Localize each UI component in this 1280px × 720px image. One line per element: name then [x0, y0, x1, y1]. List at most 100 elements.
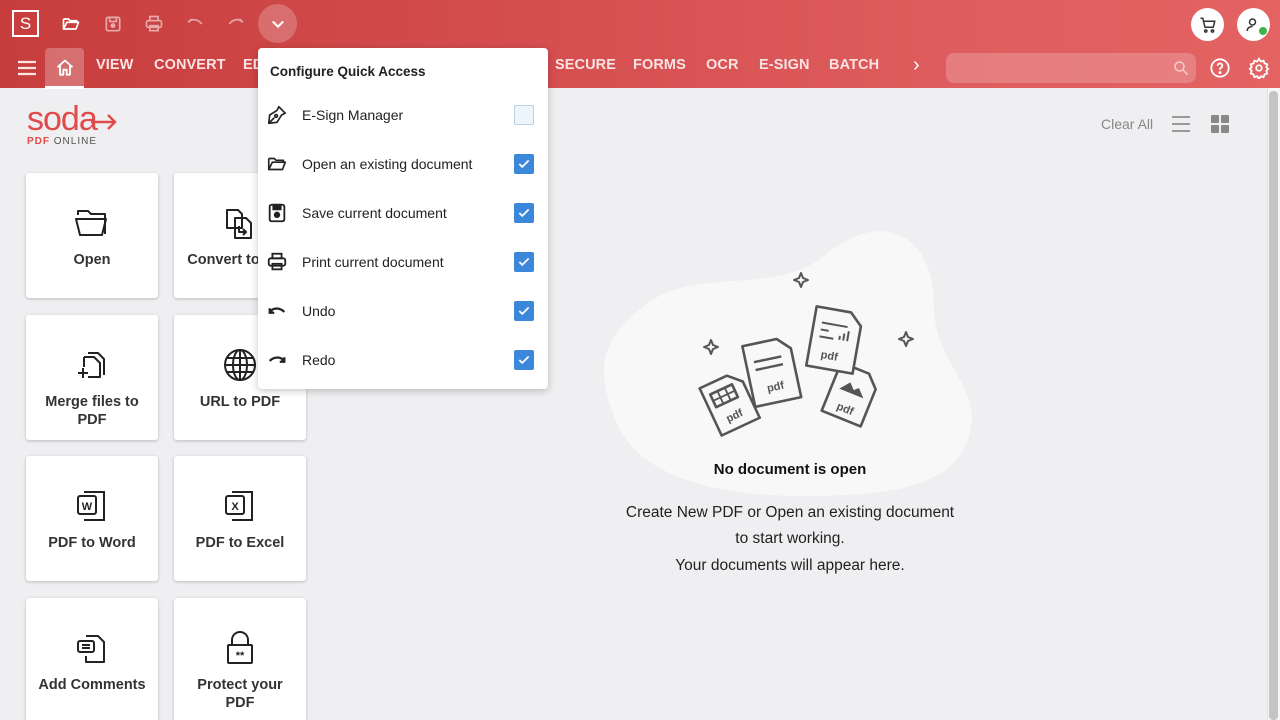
menu-item-label: Print current document	[302, 253, 444, 270]
menu-item-save-document[interactable]: Save current document	[258, 188, 548, 237]
menu-title: Configure Quick Access	[270, 64, 426, 79]
search-icon[interactable]	[1172, 59, 1190, 77]
tab-view[interactable]: VIEW	[96, 57, 133, 73]
menu-item-label: Undo	[302, 302, 336, 319]
menu-item-esign-manager[interactable]: E-Sign Manager	[258, 90, 548, 139]
grid-view-icon[interactable]	[1209, 113, 1231, 135]
folder-open-icon	[267, 157, 287, 170]
quick-undo-button[interactable]	[183, 12, 207, 36]
pen-nib-icon	[267, 105, 287, 124]
checkbox[interactable]	[514, 153, 534, 174]
quick-open-button[interactable]	[59, 12, 83, 36]
empty-state-title: No document is open	[713, 461, 867, 478]
home-icon	[56, 59, 73, 76]
lock-icon: **	[227, 631, 253, 664]
tile-merge[interactable]: Merge files to PDF	[26, 315, 158, 440]
sparkle-icon	[703, 339, 719, 355]
check-icon	[518, 257, 530, 266]
checkbox[interactable]	[514, 349, 534, 370]
tile-label: Open	[73, 252, 111, 268]
pdf-file-text: pdf	[741, 337, 803, 409]
menu-item-label: Open an existing document	[302, 155, 473, 172]
menu-item-label: Redo	[302, 351, 336, 368]
cart-button[interactable]	[1191, 8, 1224, 41]
tile-pdf-to-excel[interactable]: X PDF to Excel	[174, 456, 306, 581]
app-header: S VIEW CONVERT SECURE FORMS OCR E-SIGN B…	[0, 0, 1280, 89]
ribbon-nav: VIEW CONVERT EDIT SECURE FORMS OCR E-SIG…	[0, 46, 1280, 89]
soda-pdf-logo: soda PDF ONLINE	[27, 100, 119, 147]
svg-text:X: X	[231, 501, 239, 513]
list-view-icon[interactable]	[1170, 113, 1192, 135]
tile-open[interactable]: Open	[26, 173, 158, 298]
print-icon	[267, 252, 287, 270]
arrow-right-icon	[90, 114, 117, 130]
tab-convert[interactable]: CONVERT	[154, 57, 226, 73]
svg-text:**: **	[236, 650, 245, 662]
tab-batch[interactable]: BATCH	[829, 57, 879, 73]
redo-icon	[268, 355, 286, 363]
check-icon	[518, 159, 530, 168]
account-button[interactable]	[1237, 8, 1270, 41]
tab-ocr[interactable]: OCR	[706, 57, 739, 73]
tile-label: Merge files to PDF	[45, 394, 139, 428]
folder-open-icon	[75, 210, 107, 236]
tile-label: PDF to Word	[48, 535, 136, 551]
chevron-down-icon	[271, 20, 284, 28]
tab-secure[interactable]: SECURE	[555, 57, 616, 73]
menu-item-redo[interactable]: Redo	[258, 335, 548, 384]
menu-icon[interactable]	[16, 59, 38, 77]
tile-protect-pdf[interactable]: ** Protect your PDF	[174, 598, 306, 720]
tile-add-comments[interactable]: Add Comments	[26, 598, 158, 720]
check-icon	[518, 208, 530, 217]
merge-icon	[78, 352, 105, 378]
app-logo[interactable]: S	[12, 10, 39, 37]
pdf-file-chart: pdf	[804, 305, 863, 375]
tile-label: PDF to Excel	[195, 535, 285, 551]
settings-icon[interactable]	[1248, 57, 1270, 79]
tab-esign[interactable]: E-SIGN	[759, 57, 810, 73]
quick-save-button[interactable]	[101, 12, 125, 36]
undo-icon	[268, 306, 286, 314]
quick-print-button[interactable]	[142, 12, 166, 36]
menu-item-label: E-Sign Manager	[302, 106, 404, 123]
search-input[interactable]	[946, 53, 1196, 83]
save-icon	[268, 203, 286, 222]
configure-quick-access-button[interactable]	[258, 4, 297, 43]
word-icon: W	[77, 491, 105, 521]
check-icon	[518, 355, 530, 364]
save-icon	[105, 16, 121, 32]
scrollbar-thumb[interactable]	[1269, 91, 1278, 720]
print-icon	[145, 15, 163, 32]
quick-access-bar: S	[0, 0, 1280, 46]
tile-label: Protect your PDF	[197, 677, 283, 711]
online-status-dot	[1259, 27, 1267, 35]
convert-icon	[226, 209, 252, 239]
redo-icon	[228, 18, 244, 25]
menu-item-undo[interactable]: Undo	[258, 286, 548, 335]
checkbox[interactable]	[514, 251, 534, 272]
tab-forms[interactable]: FORMS	[633, 57, 686, 73]
help-icon[interactable]	[1209, 57, 1231, 79]
nav-more-button[interactable]: ›	[913, 54, 920, 77]
globe-icon	[224, 349, 256, 381]
checkbox[interactable]	[514, 104, 534, 125]
empty-state-text: to start working.	[735, 530, 845, 547]
tile-label: URL to PDF	[199, 394, 281, 410]
empty-state-text: Create New PDF or Open an existing docum…	[625, 504, 955, 521]
brand-name: soda	[27, 100, 98, 138]
cart-icon	[1200, 17, 1216, 33]
folder-open-icon	[62, 18, 80, 30]
excel-icon: X	[225, 491, 253, 521]
quick-redo-button[interactable]	[224, 12, 248, 36]
tab-home[interactable]	[45, 48, 84, 89]
clear-all-button[interactable]: Clear All	[1101, 116, 1153, 132]
tile-pdf-to-word[interactable]: W PDF to Word	[26, 456, 158, 581]
tile-label: Add Comments	[38, 677, 146, 693]
checkbox[interactable]	[514, 202, 534, 223]
menu-item-open-document[interactable]: Open an existing document	[258, 139, 548, 188]
menu-item-print-document[interactable]: Print current document	[258, 237, 548, 286]
undo-icon	[187, 18, 203, 25]
configure-quick-access-menu: Configure Quick Access E-Sign Manager Op…	[258, 48, 548, 389]
sparkle-icon	[898, 331, 914, 347]
checkbox[interactable]	[514, 300, 534, 321]
